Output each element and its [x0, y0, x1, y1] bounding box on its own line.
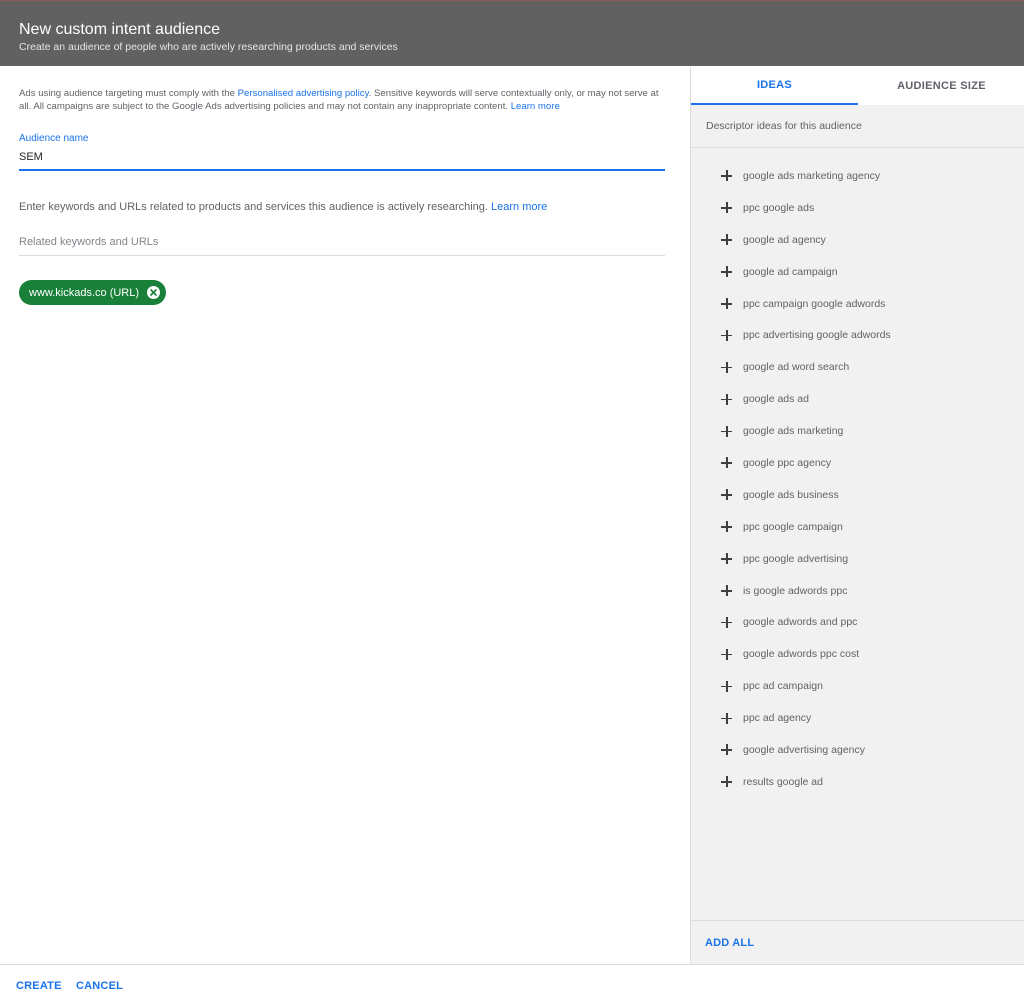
policy-notice: Ads using audience targeting must comply… [19, 87, 665, 113]
idea-label: google adwords ppc cost [743, 648, 860, 661]
idea-item[interactable]: google adwords and ppc [691, 606, 1024, 638]
idea-item[interactable]: ppc advertising google adwords [691, 319, 1024, 351]
idea-label: ppc ad campaign [743, 680, 823, 693]
idea-label: google ad agency [743, 233, 826, 246]
ideas-sidebar: IDEAS AUDIENCE SIZE Descriptor ideas for… [690, 67, 1024, 964]
idea-item[interactable]: google ads ad [691, 383, 1024, 415]
add-all-button[interactable]: ADD ALL [705, 937, 754, 949]
plus-icon [721, 361, 732, 373]
plus-icon [721, 298, 732, 309]
idea-label: google ads marketing [743, 425, 844, 438]
url-chip-label: www.kickads.co (URL) [29, 286, 140, 299]
idea-item[interactable]: google ads marketing agency [691, 160, 1024, 192]
idea-item[interactable]: ppc ad agency [691, 702, 1024, 734]
dialog-subtitle: Create an audience of people who are act… [19, 41, 398, 53]
plus-icon [721, 585, 732, 597]
idea-label: google adwords and ppc [743, 616, 858, 629]
idea-item[interactable]: google advertising agency [691, 734, 1024, 766]
plus-icon [721, 234, 732, 246]
idea-item[interactable]: ppc google ads [691, 192, 1024, 224]
idea-label: ppc google advertising [743, 552, 849, 565]
plus-icon [721, 266, 732, 278]
plus-icon [721, 776, 732, 788]
dialog-header: New custom intent audience Create an aud… [0, 0, 1024, 66]
tab-audience-size[interactable]: AUDIENCE SIZE [858, 67, 1024, 105]
plus-icon [721, 393, 732, 405]
idea-label: ppc google campaign [743, 520, 843, 533]
audience-form-panel: Ads using audience targeting must comply… [0, 67, 690, 964]
idea-label: google ad word search [743, 361, 850, 374]
add-all-bar: ADD ALL [691, 920, 1024, 964]
plus-icon [721, 680, 732, 692]
notice-learn-more-link[interactable]: Learn more [511, 101, 560, 112]
idea-item[interactable]: is google adwords ppc [691, 575, 1024, 607]
remove-chip-icon[interactable] [147, 286, 161, 299]
idea-label: ppc campaign google adwords [743, 297, 886, 310]
plus-icon [721, 489, 732, 501]
related-keywords-input[interactable]: Related keywords and URLs [19, 236, 665, 256]
plus-icon [721, 202, 732, 214]
idea-item[interactable]: results google ad [691, 766, 1024, 798]
idea-label: google ads marketing agency [743, 169, 881, 182]
idea-label: ppc google ads [743, 201, 815, 214]
idea-label: google ad campaign [743, 265, 838, 278]
idea-label: google ppc agency [743, 456, 832, 469]
idea-label: ppc ad agency [743, 712, 812, 725]
idea-item[interactable]: google ppc agency [691, 447, 1024, 479]
idea-item[interactable]: google adwords ppc cost [691, 638, 1024, 670]
plus-icon [721, 329, 732, 341]
ideas-list: google ads marketing agency ppc google a… [691, 160, 1024, 798]
personalised-advertising-policy-link[interactable]: Personalised advertising policy [238, 88, 369, 99]
plus-icon [721, 521, 732, 533]
audience-name-underline [19, 169, 665, 171]
idea-item[interactable]: google ad agency [691, 224, 1024, 256]
idea-item[interactable]: google ads business [691, 479, 1024, 511]
idea-item[interactable]: google ads marketing [691, 415, 1024, 447]
url-chip: www.kickads.co (URL) [19, 280, 167, 305]
keywords-instruction-text: Enter keywords and URLs related to produ… [19, 201, 492, 213]
idea-label: is google adwords ppc [743, 584, 848, 597]
plus-icon [721, 425, 732, 437]
notice-text-before: Ads using audience targeting must comply… [19, 88, 238, 99]
idea-item[interactable]: ppc google advertising [691, 543, 1024, 575]
idea-label: google ads ad [743, 393, 809, 406]
tab-ideas[interactable]: IDEAS [691, 67, 858, 105]
idea-item[interactable]: google ad word search [691, 351, 1024, 383]
idea-label: results google ad [743, 775, 823, 788]
dialog-title: New custom intent audience [19, 21, 220, 38]
idea-label: google advertising agency [743, 743, 866, 756]
cancel-button[interactable]: CANCEL [76, 980, 123, 992]
idea-item[interactable]: ppc ad campaign [691, 670, 1024, 702]
audience-name-label: Audience name [19, 133, 89, 144]
idea-item[interactable]: google ad campaign [691, 256, 1024, 288]
idea-label: google ads business [743, 488, 839, 501]
plus-icon [721, 553, 732, 565]
idea-label: ppc advertising google adwords [743, 329, 891, 342]
keywords-learn-more-link[interactable]: Learn more [491, 201, 547, 213]
dialog-footer: CREATE CANCEL [0, 964, 1024, 1007]
plus-icon [721, 712, 732, 724]
plus-icon [721, 457, 732, 469]
plus-icon [721, 170, 732, 182]
idea-item[interactable]: ppc google campaign [691, 511, 1024, 543]
create-button[interactable]: CREATE [16, 980, 62, 992]
idea-item[interactable]: ppc campaign google adwords [691, 288, 1024, 320]
sidebar-tabs: IDEAS AUDIENCE SIZE [691, 67, 1024, 105]
plus-icon [721, 616, 732, 628]
plus-icon [721, 648, 732, 660]
ideas-description: Descriptor ideas for this audience [691, 105, 1024, 148]
keywords-instruction: Enter keywords and URLs related to produ… [19, 201, 547, 213]
audience-name-input[interactable]: SEM [19, 151, 43, 163]
plus-icon [721, 744, 732, 756]
